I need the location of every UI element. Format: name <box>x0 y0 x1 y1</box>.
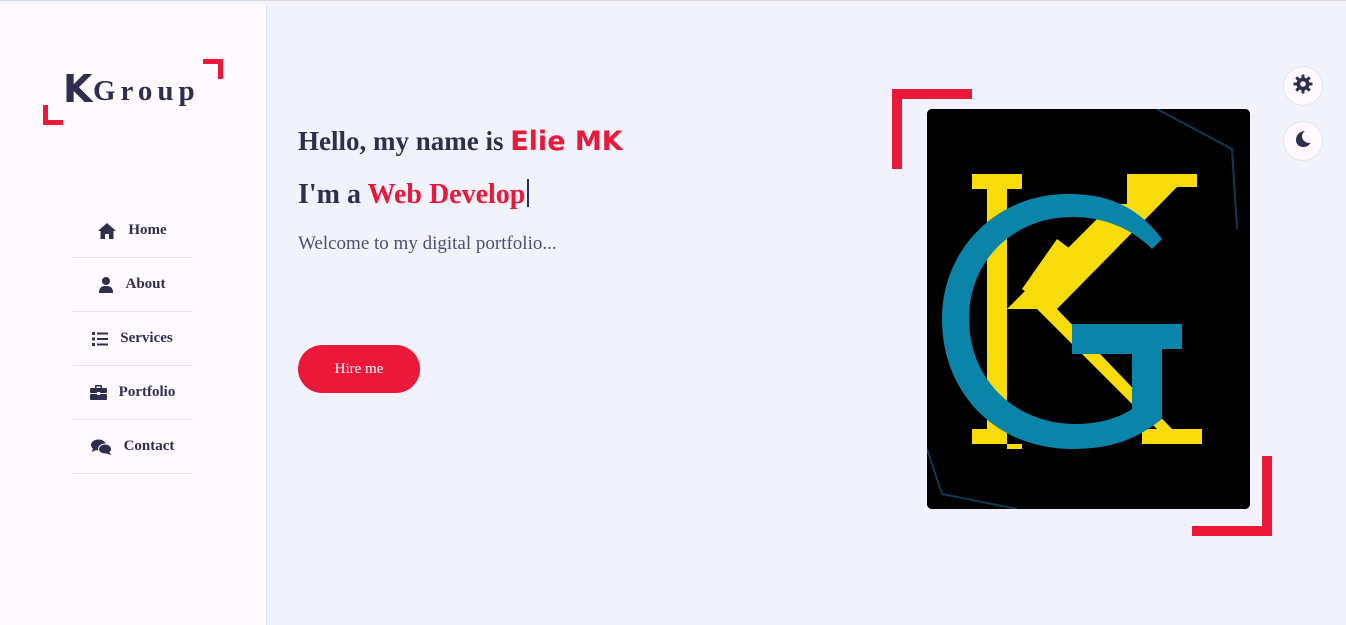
welcome-text: Welcome to my digital portfolio... <box>298 233 557 254</box>
nav-label-portfolio: Portfolio <box>118 384 176 400</box>
role-typed-text: Web Develop <box>367 179 526 210</box>
main-nav: Home About Services Portfolio Contact <box>72 204 193 474</box>
logo-corner-top-right <box>203 59 223 79</box>
user-icon <box>99 276 114 293</box>
theme-toggle-button[interactable] <box>1283 121 1323 161</box>
logo-corner-bottom-left <box>43 105 63 125</box>
home-icon <box>98 222 117 239</box>
hire-me-button[interactable]: Hire me <box>298 345 420 393</box>
nav-item-home[interactable]: Home <box>72 204 193 258</box>
nav-item-about[interactable]: About <box>72 258 193 312</box>
hero-name: Elie MK <box>510 126 623 157</box>
profile-image <box>927 109 1250 509</box>
role-prefix: I'm a <box>298 179 368 210</box>
briefcase-icon <box>89 385 107 400</box>
nav-label-home: Home <box>128 222 167 238</box>
nav-label-contact: Contact <box>123 438 175 454</box>
comments-icon <box>90 439 112 455</box>
gear-icon <box>1293 74 1313 99</box>
nav-item-services[interactable]: Services <box>72 312 193 366</box>
greeting-text: Hello, my name is <box>298 126 511 156</box>
kg-logo-image <box>927 109 1250 509</box>
nav-label-about: About <box>125 276 166 292</box>
logo[interactable]: K Group <box>43 59 223 125</box>
role-heading: I'm a Web Develop <box>298 179 623 211</box>
greeting-heading: Hello, my name is Elie MK <box>298 126 623 157</box>
sidebar: K Group Home About Services Portfolio Co… <box>0 4 267 625</box>
hero-section: Hello, my name is Elie MK I'm a Web Deve… <box>298 126 623 255</box>
moon-icon <box>1294 130 1312 153</box>
logo-word: Group <box>93 75 200 107</box>
typing-cursor <box>527 179 530 207</box>
logo-letter: K <box>63 67 93 111</box>
nav-item-portfolio[interactable]: Portfolio <box>72 366 193 420</box>
list-icon <box>92 331 109 346</box>
nav-label-services: Services <box>120 330 173 346</box>
settings-button[interactable] <box>1283 66 1323 106</box>
nav-item-contact[interactable]: Contact <box>72 420 193 474</box>
